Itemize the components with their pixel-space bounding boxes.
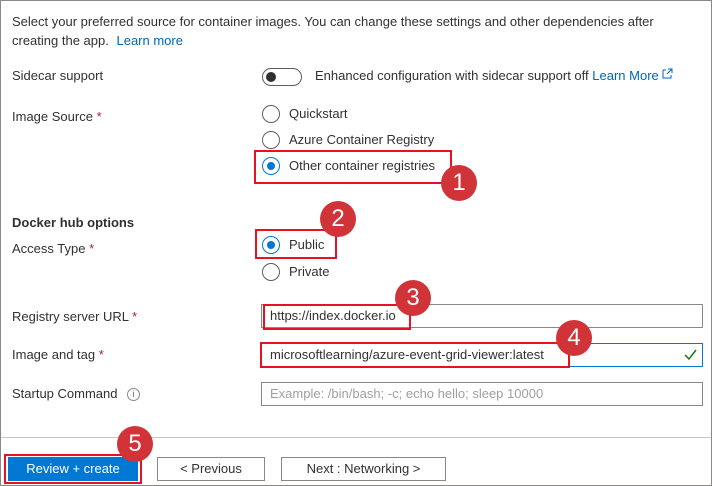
image-tag-label: Image and tag * <box>12 346 104 364</box>
radio-private[interactable] <box>262 263 280 281</box>
callout-badge-5: 5 <box>117 426 153 462</box>
sidecar-toggle[interactable] <box>262 68 302 86</box>
previous-button[interactable]: < Previous <box>157 457 265 481</box>
intro-learn-more-link[interactable]: Learn more <box>116 33 182 48</box>
docker-hub-options-heading: Docker hub options <box>12 215 135 230</box>
sidecar-description: Enhanced configuration with sidecar supp… <box>315 67 673 85</box>
highlight-box-1 <box>254 150 452 184</box>
external-link-icon <box>662 68 673 79</box>
registry-url-label-text: Registry server URL <box>12 309 129 324</box>
required-asterisk: * <box>89 241 95 256</box>
access-type-label-text: Access Type <box>12 241 86 256</box>
registry-url-label: Registry server URL * <box>12 308 137 326</box>
intro-description: Select your preferred source for contain… <box>12 14 654 48</box>
radio-azure-container-registry[interactable] <box>262 131 280 149</box>
highlight-box-5 <box>4 454 142 484</box>
highlight-box-2 <box>255 229 337 259</box>
radio-label-quickstart: Quickstart <box>289 106 348 121</box>
required-asterisk: * <box>132 309 138 324</box>
required-asterisk: * <box>98 347 104 362</box>
radio-label-azure-container-registry: Azure Container Registry <box>289 132 435 147</box>
callout-badge-1: 1 <box>441 165 477 201</box>
required-asterisk: * <box>96 109 102 124</box>
image-source-label: Image Source * <box>12 108 102 126</box>
startup-command-placeholder: Example: /bin/bash; -c; echo hello; slee… <box>270 386 544 401</box>
startup-command-label: Startup Command i <box>12 385 141 403</box>
highlight-box-4 <box>260 342 570 368</box>
sidecar-description-text: Enhanced configuration with sidecar supp… <box>315 68 589 83</box>
sidecar-support-label: Sidecar support <box>12 68 104 83</box>
access-type-label: Access Type * <box>12 240 94 258</box>
callout-badge-4: 4 <box>556 320 592 356</box>
startup-command-input[interactable]: Example: /bin/bash; -c; echo hello; slee… <box>261 382 703 406</box>
radio-quickstart[interactable] <box>262 105 280 123</box>
toggle-knob <box>266 72 276 82</box>
image-tag-label-text: Image and tag <box>12 347 96 362</box>
image-source-label-text: Image Source <box>12 109 93 124</box>
highlight-box-3 <box>263 304 411 330</box>
sidecar-learn-more-label: Learn More <box>592 68 659 83</box>
info-icon[interactable]: i <box>127 388 141 401</box>
intro-text: Select your preferred source for contain… <box>12 12 692 50</box>
radio-label-private: Private <box>289 264 330 279</box>
sidecar-learn-more-link[interactable]: Learn More <box>592 68 673 83</box>
checkmark-icon <box>684 349 697 360</box>
startup-command-label-text: Startup Command <box>12 386 118 401</box>
footer-divider <box>1 437 711 438</box>
callout-badge-2: 2 <box>320 201 356 237</box>
next-networking-button[interactable]: Next : Networking > <box>281 457 446 481</box>
callout-badge-3: 3 <box>395 280 431 316</box>
